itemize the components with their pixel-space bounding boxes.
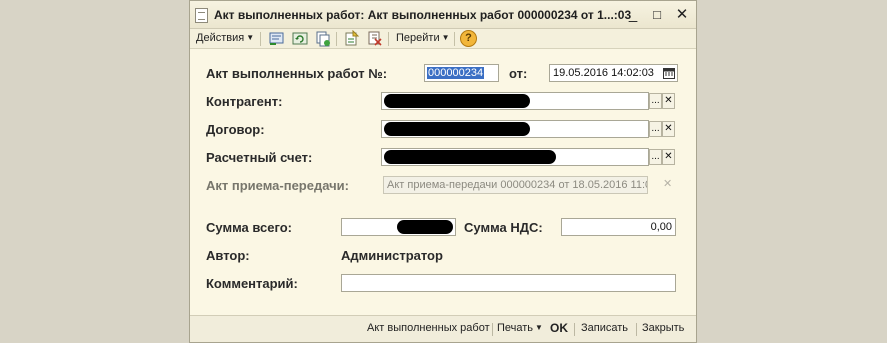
print-menu[interactable]: Печать ▼ [497,322,543,334]
structure-icon[interactable] [366,30,384,47]
author-value: Администратор [341,248,443,263]
ok-button[interactable]: OK [550,321,568,335]
date-label: от: [509,66,528,81]
date-field[interactable]: 19.05.2016 14:02:03 [549,64,678,82]
toolbar-separator [336,32,337,46]
comment-field[interactable] [341,274,676,292]
copy-icon[interactable] [314,30,332,47]
redacted-value [384,122,530,136]
author-label: Автор: [206,248,250,263]
transfer-act-clear-icon: ✕ [663,178,673,190]
chevron-down-icon: ▼ [246,33,255,42]
comment-label: Комментарий: [206,276,298,291]
create-based-icon[interactable] [343,30,361,47]
window-title: Акт выполненных работ: Акт выполненных р… [214,8,632,22]
contractor-clear-button[interactable]: ✕ [662,93,675,109]
date-value: 19.05.2016 14:02:03 [553,67,654,79]
refresh-icon[interactable] [291,30,309,47]
print-menu-label: Печать [497,322,534,334]
toolbar-separator [388,32,389,46]
actions-menu[interactable]: Действия ▼ [196,32,254,44]
contract-field[interactable] [381,120,649,138]
save-button[interactable]: Записать [581,322,628,334]
contract-clear-button[interactable]: ✕ [662,121,675,137]
doc-link-button[interactable]: Акт выполненных работ [367,322,490,334]
calendar-icon[interactable] [663,67,675,79]
vat-sum-value: 0,00 [650,221,672,233]
actions-menu-label: Действия [196,32,245,44]
title-bar[interactable]: Акт выполненных работ: Акт выполненных р… [190,1,696,29]
toolbar-separator [454,32,455,46]
contractor-field[interactable] [381,92,649,110]
footer-separator [574,323,575,336]
document-window: Акт выполненных работ: Акт выполненных р… [189,0,697,343]
goto-menu[interactable]: Перейти ▼ [396,32,450,44]
toolbar-separator [260,32,261,46]
document-icon [195,8,208,23]
total-sum-label: Сумма всего: [206,220,292,235]
vat-sum-label: Сумма НДС: [464,220,543,235]
transfer-act-label: Акт приема-передачи: [206,178,349,193]
chevron-down-icon: ▼ [535,323,543,332]
doc-number-field[interactable]: 000000234 [424,64,499,82]
doc-number-value: 000000234 [427,67,485,79]
desktop-right [697,0,887,343]
toolbar: Действия ▼ Перейти ▼ ? [190,29,696,49]
help-icon[interactable]: ? [460,30,477,47]
contract-select-button[interactable]: ... [649,121,662,137]
bank-account-label: Расчетный счет: [206,150,313,165]
maximize-button[interactable]: □ [648,6,666,24]
transfer-act-value: Акт приема-передачи 000000234 от 18.05.2… [387,179,648,191]
close-button[interactable]: ✕ [673,6,691,24]
chevron-down-icon: ▼ [441,33,450,42]
goto-menu-label: Перейти [396,32,440,44]
close-form-button[interactable]: Закрыть [642,322,684,334]
bank-account-field[interactable] [381,148,649,166]
desktop-left [0,0,189,343]
post-icon[interactable] [268,30,286,47]
footer-separator [492,323,493,336]
contractor-select-button[interactable]: ... [649,93,662,109]
transfer-act-field: Акт приема-передачи 000000234 от 18.05.2… [383,176,648,194]
doc-number-label: Акт выполненных работ №: [206,66,388,81]
footer-bar: Акт выполненных работ Печать ▼ OK Записат… [190,315,696,342]
footer-separator [636,323,637,336]
contract-label: Договор: [206,122,265,137]
redacted-value [397,220,453,234]
total-sum-field[interactable] [341,218,456,236]
bank-account-clear-button[interactable]: ✕ [662,149,675,165]
vat-sum-field[interactable]: 0,00 [561,218,676,236]
redacted-value [384,150,556,164]
minimize-button[interactable]: _ [624,6,642,24]
contractor-label: Контрагент: [206,94,283,109]
redacted-value [384,94,530,108]
bank-account-select-button[interactable]: ... [649,149,662,165]
